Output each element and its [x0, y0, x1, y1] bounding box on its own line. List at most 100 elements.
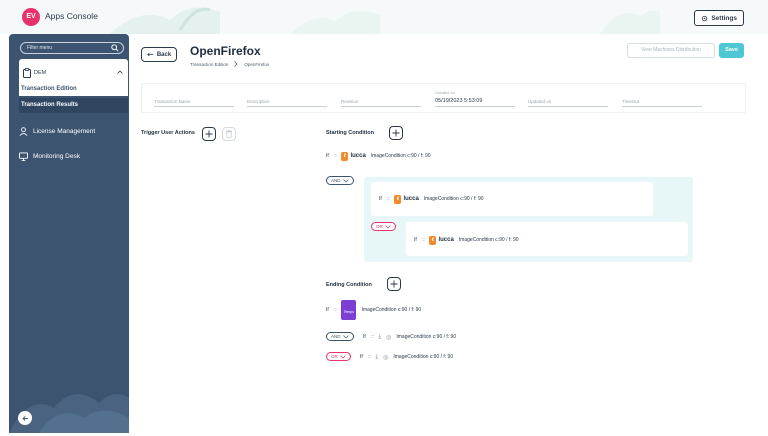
chevron-up-icon[interactable]	[117, 70, 123, 74]
drag-handle-icon[interactable]: :::	[334, 153, 337, 159]
lucca-logo: ℓ lucca	[341, 151, 366, 161]
lucca-icon: ℓ	[341, 151, 349, 161]
condition-text: ImageCondition c:90 / f: 90	[458, 237, 519, 243]
condition-text: ImageCondition c:90 / f: 90	[370, 153, 431, 159]
created-on-label: Created on	[435, 90, 455, 95]
leaf-decoration	[600, 10, 660, 34]
collapse-sidebar-button[interactable]	[18, 411, 32, 425]
eye-icon: ◎	[386, 334, 392, 341]
description-field[interactable]: Description	[247, 97, 327, 107]
breadcrumb: Transaction Edition OpenFirefox	[190, 61, 269, 67]
if-label: If	[414, 237, 417, 243]
eye-icon: ◎	[383, 354, 389, 361]
sidebar-item-monitoring-desk[interactable]: Monitoring Desk	[19, 149, 80, 163]
monitor-icon	[19, 151, 28, 161]
created-on-field: 05/19/2023 5:53:09	[435, 97, 515, 107]
tempo-icon: Tempo	[341, 300, 357, 320]
breadcrumb-item[interactable]: Transaction Edition	[190, 62, 228, 67]
condition-text: ImageCondition c:90 / f: 90	[396, 334, 457, 340]
download-icon: ⤓	[378, 333, 382, 340]
or-operator-select[interactable]: OR	[371, 222, 396, 231]
lucca-logo: ℓ lucca	[394, 194, 419, 204]
operator-label: OR	[331, 354, 338, 359]
condition-text: ImageCondition c:90 / f: 90	[361, 307, 422, 313]
chevron-right-icon	[234, 61, 238, 67]
condition-text: ImageCondition c:90 / f: 90	[423, 196, 484, 202]
timeout-field[interactable]: TimeOut	[622, 97, 702, 107]
or-operator-select[interactable]: OR	[326, 352, 351, 361]
operator-label: OR	[376, 224, 383, 229]
save-button[interactable]: Save	[719, 43, 744, 58]
clipboard-icon	[23, 68, 31, 78]
add-trigger-action-button[interactable]	[202, 127, 216, 141]
app-title: Apps Console	[45, 11, 98, 21]
ending-condition-row[interactable]: If ::: Tempo ImageCondition c:90 / f: 90	[326, 300, 421, 320]
sidebar-item-transaction-edition[interactable]: Transaction Edition	[19, 82, 128, 96]
and-operator-select[interactable]: AND	[326, 176, 354, 185]
revision-field[interactable]: Revision	[341, 97, 421, 107]
app-logo: EV	[22, 8, 40, 26]
leaf-decoration	[290, 11, 380, 34]
if-label: If	[326, 153, 329, 159]
and-operator-select[interactable]: AND	[326, 332, 354, 341]
sidebar-group-label: DEM	[34, 70, 47, 76]
nested-condition-row[interactable]: If ::: ℓ lucca ImageCondition c:90 / f: 9…	[414, 235, 519, 245]
filter-menu-input[interactable]: Filter menu	[20, 42, 124, 54]
top-bar: EV Apps Console Settings	[0, 0, 768, 34]
transaction-name-field[interactable]: Transaction Name	[154, 97, 234, 107]
breadcrumb-item: OpenFirefox	[244, 61, 270, 67]
gear-icon	[702, 15, 708, 21]
if-label: If	[379, 196, 382, 202]
updated-on-field: Updated on	[528, 97, 608, 107]
drag-handle-icon[interactable]: :::	[371, 334, 374, 340]
drag-handle-icon[interactable]: :::	[368, 354, 371, 360]
sidebar-item-transaction-results[interactable]: Transaction Results	[19, 98, 128, 113]
chevron-down-icon	[342, 334, 349, 338]
sidebar-item-label: License Management	[33, 127, 96, 135]
operator-label: AND	[331, 178, 341, 183]
lucca-brand-text: lucca	[438, 237, 454, 243]
view-machines-distribution-button[interactable]: View Machines Distribution	[627, 43, 715, 58]
ending-condition-label: Ending Condition	[326, 282, 372, 288]
add-starting-condition-button[interactable]	[389, 126, 403, 140]
drag-handle-icon[interactable]: :::	[387, 196, 390, 202]
starting-condition-label: Starting Condition	[326, 130, 374, 136]
ending-condition-row[interactable]: If ::: ⤓ ◎ ImageCondition c:90 / f: 90	[360, 352, 453, 362]
settings-button[interactable]: Settings	[694, 10, 744, 26]
lucca-icon: ℓ	[394, 194, 402, 204]
chevron-down-icon	[340, 354, 346, 358]
chevron-down-icon	[342, 178, 349, 182]
lucca-brand-text: lucca	[350, 153, 366, 159]
plus-icon	[205, 130, 213, 138]
leaf-decoration	[110, 7, 220, 34]
drag-handle-icon[interactable]: :::	[334, 307, 337, 313]
if-label: If	[326, 307, 329, 313]
arrow-left-icon	[146, 52, 154, 57]
arrow-left-icon	[21, 415, 28, 421]
lucca-icon: ℓ	[429, 235, 437, 245]
page-title: OpenFirefox	[190, 44, 261, 58]
add-ending-condition-button[interactable]	[387, 277, 401, 291]
delete-trigger-action-button[interactable]	[222, 127, 236, 141]
chevron-down-icon	[385, 224, 391, 228]
filter-placeholder: Filter menu	[27, 45, 53, 51]
nested-condition-row[interactable]: If ::: ℓ lucca ImageCondition c:90 / f: 9…	[379, 194, 484, 204]
settings-label: Settings	[711, 14, 737, 22]
search-icon[interactable]	[111, 44, 119, 52]
lucca-logo: ℓ lucca	[429, 235, 454, 245]
back-label: Back	[156, 51, 172, 58]
user-icon	[19, 126, 28, 136]
sidebar-item-license-management[interactable]: License Management	[19, 124, 95, 138]
condition-text: ImageCondition c:90 / f: 90	[393, 354, 454, 360]
trash-icon	[226, 130, 232, 138]
operator-label: AND	[331, 334, 341, 339]
download-icon: ⤓	[375, 353, 379, 360]
sidebar: Filter menu DEM Transaction Edition Tran…	[9, 34, 129, 433]
starting-condition-row[interactable]: If ::: ℓ lucca ImageCondition c:90 / f: 9…	[326, 151, 431, 161]
ending-condition-row[interactable]: If ::: ⤓ ◎ ImageCondition c:90 / f: 90	[363, 332, 456, 342]
drag-handle-icon[interactable]: :::	[422, 237, 425, 243]
plus-icon	[390, 280, 398, 288]
if-label: If	[360, 354, 363, 360]
back-button[interactable]: Back	[141, 47, 177, 62]
if-label: If	[363, 334, 366, 340]
